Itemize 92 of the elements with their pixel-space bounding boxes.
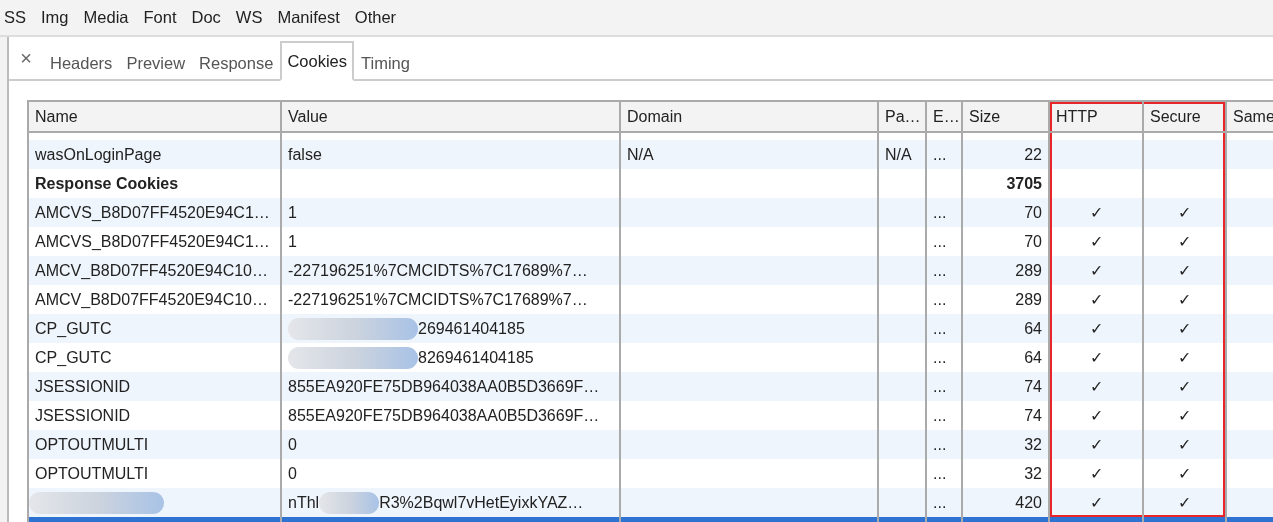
filter-button[interactable]: Font — [143, 8, 177, 27]
expires-cell: ... — [933, 261, 947, 279]
name-cell: AMCV_B8D07FF4520E94C10… — [35, 261, 268, 280]
http-cell: ✓ — [1089, 494, 1103, 511]
name-cell: JSESSIONID — [35, 406, 131, 425]
expires-cell: ... — [933, 319, 947, 337]
secure-cell: ✓ — [1178, 320, 1191, 337]
tab[interactable]: Headers — [43, 43, 120, 81]
secure-cell: ✓ — [1178, 378, 1191, 395]
expires-cell: ... — [933, 406, 947, 424]
tab[interactable]: Response — [192, 43, 281, 81]
value-cell: 1 — [288, 232, 297, 251]
size-cell: 74 — [1024, 406, 1042, 424]
filter-button[interactable]: Manifest — [277, 8, 340, 27]
value-cell: false — [288, 145, 322, 164]
value-cell: R3%2Bqwl7vHetEyixkYAZ… — [379, 493, 584, 512]
secure-cell: ✓ — [1178, 262, 1191, 279]
name-cell: AMCV_B8D07FF4520E94C10… — [35, 290, 268, 309]
secure-cell: ✓ — [1178, 349, 1191, 366]
size-cell: 64 — [1024, 348, 1042, 366]
size-cell: 32 — [1024, 435, 1042, 453]
name-cell: OPTOUTMULTI — [35, 464, 149, 483]
value-cell: 0 — [288, 435, 297, 454]
filter-button[interactable]: WS — [235, 8, 263, 27]
http-cell: ✓ — [1089, 407, 1103, 424]
http-cell: ✓ — [1089, 233, 1103, 250]
size-cell: 70 — [1024, 203, 1042, 221]
value-cell: 269461404185 — [418, 319, 525, 338]
size-cell: 70 — [1024, 232, 1042, 250]
filter-button[interactable]: SS — [4, 8, 26, 27]
secure-cell: ✓ — [1178, 436, 1191, 453]
expires-cell: ... — [933, 145, 947, 163]
column-header[interactable]: Value — [288, 107, 328, 125]
http-cell: ✓ — [1089, 378, 1103, 395]
secure-cell: ✓ — [1178, 407, 1191, 424]
filter-button[interactable]: Other — [354, 8, 397, 27]
value-cell: 855EA920FE75DB964038AA0B5D3669F… — [288, 406, 600, 425]
name-cell: OPTOUTMULTI — [35, 435, 149, 454]
http-cell: ✓ — [1089, 291, 1103, 308]
name-cell: CP_GUTC — [35, 319, 112, 338]
secure-cell: ✓ — [1178, 204, 1191, 221]
name-cell: CP_GUTC — [35, 348, 112, 367]
size-cell: 74 — [1024, 377, 1042, 395]
expires-cell: ... — [933, 348, 947, 366]
http-cell: ✓ — [1089, 436, 1103, 453]
value-cell: nThl — [288, 493, 320, 512]
expires-cell: ... — [933, 464, 947, 482]
http-cell: ✓ — [1089, 465, 1103, 482]
value-cell: 8269461404185 — [418, 348, 534, 367]
expires-cell: ... — [933, 203, 947, 221]
name-cell: AMCVS_B8D07FF4520E94C1… — [35, 203, 270, 222]
expires-cell: ... — [933, 290, 947, 308]
value-cell: 0 — [288, 464, 297, 483]
size-cell: 22 — [1024, 145, 1042, 163]
http-cell: ✓ — [1089, 320, 1103, 337]
value-cell: -227196251%7CMCIDTS%7C17689%7… — [288, 261, 588, 280]
value-cell: 855EA920FE75DB964038AA0B5D3669F… — [288, 377, 600, 396]
tab[interactable]: Cookies — [280, 41, 354, 81]
http-cell: ✓ — [1089, 262, 1103, 279]
size-cell: 32 — [1024, 464, 1042, 482]
filter-button[interactable]: Media — [83, 8, 129, 27]
name-cell: wasOnLoginPage — [35, 145, 162, 164]
secure-cell: ✓ — [1178, 465, 1191, 482]
expires-cell: ... — [933, 435, 947, 453]
secure-cell: ✓ — [1178, 291, 1191, 308]
tab[interactable]: Timing — [354, 43, 417, 81]
value-cell: 1 — [288, 203, 297, 222]
redaction-blur — [319, 491, 380, 514]
total-size: 3705 — [1006, 174, 1042, 192]
http-cell: ✓ — [1089, 349, 1103, 366]
close-icon[interactable]: × — [14, 46, 38, 70]
secure-cell: ✓ — [1178, 233, 1191, 250]
size-cell: 420 — [1015, 493, 1042, 511]
name-cell: JSESSIONID — [35, 377, 131, 396]
column-header[interactable]: Domain — [627, 107, 683, 125]
http-cell: ✓ — [1089, 204, 1103, 221]
expires-cell: ... — [933, 493, 947, 511]
domain-cell: N/A — [627, 145, 654, 163]
filter-button[interactable]: Doc — [191, 8, 221, 27]
expires-cell: ... — [933, 232, 947, 250]
size-cell: 64 — [1024, 319, 1042, 337]
size-cell: 289 — [1015, 290, 1042, 308]
column-header[interactable]: Name — [35, 107, 78, 125]
value-cell: -227196251%7CMCIDTS%7C17689%7… — [288, 290, 588, 309]
secure-cell: ✓ — [1178, 494, 1191, 511]
group-heading: Response Cookies — [35, 174, 179, 193]
tab[interactable]: Preview — [119, 43, 193, 81]
name-cell: AMCVS_B8D07FF4520E94C1… — [35, 232, 270, 251]
size-cell: 289 — [1015, 261, 1042, 279]
filter-button[interactable]: Img — [41, 8, 69, 27]
path-cell: N/A — [885, 145, 912, 163]
expires-cell: ... — [933, 377, 947, 395]
